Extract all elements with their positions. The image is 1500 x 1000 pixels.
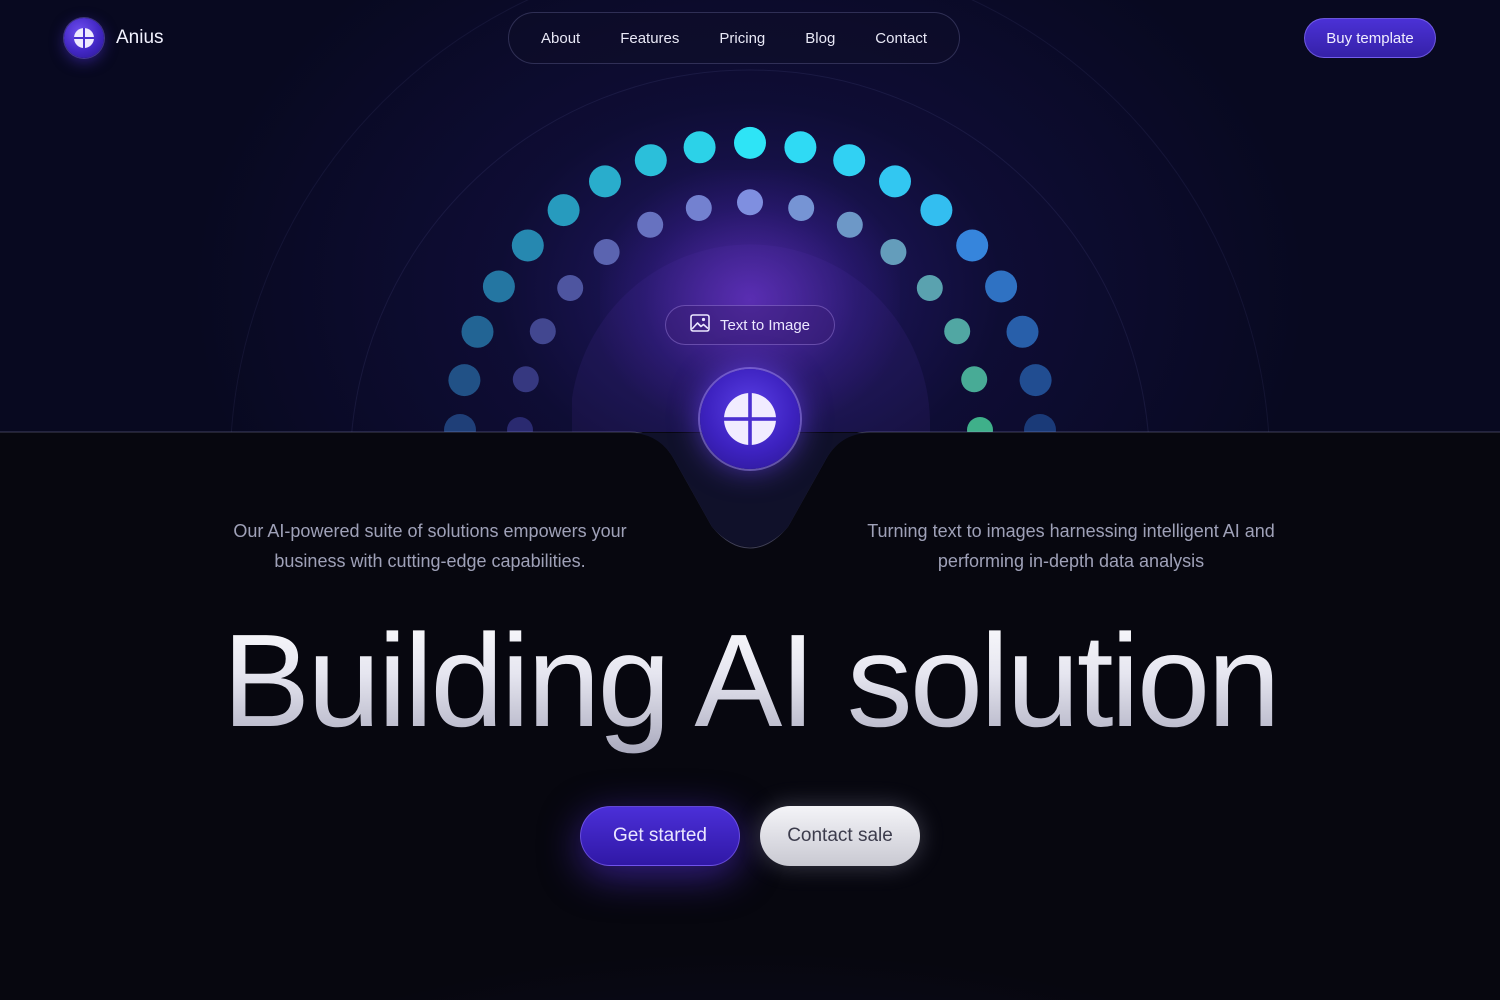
intro-text-right: Turning text to images harnessing intell…	[867, 521, 1275, 571]
buy-template-button[interactable]: Buy template	[1304, 18, 1436, 58]
brand-logo[interactable]: Anius	[64, 18, 164, 58]
badge-label: Text to Image	[719, 316, 811, 334]
text-to-image-badge[interactable]: Text to Image	[665, 305, 835, 345]
nav-blog[interactable]: Blog	[805, 30, 835, 47]
intro-text-left: Our AI-powered suite of solutions empowe…	[233, 521, 627, 571]
brand-name: Anius	[116, 27, 164, 48]
nav-features[interactable]: Features	[620, 30, 679, 47]
brand-logo-icon	[64, 18, 104, 58]
landing-page: Anius About Features Pricing Blog Contac…	[0, 0, 1500, 1000]
nav-contact[interactable]: Contact	[875, 30, 927, 47]
image-icon	[690, 314, 710, 336]
hero-headline: Building AI solution	[0, 606, 1500, 756]
get-started-button[interactable]: Get started	[580, 806, 740, 866]
nav-about[interactable]: About	[541, 30, 580, 47]
main-nav: About Features Pricing Blog Contact	[508, 12, 960, 64]
contact-sale-button[interactable]: Contact sale	[760, 806, 920, 866]
panel-notch	[0, 431, 1500, 549]
orb-logo-icon	[700, 369, 800, 469]
nav-pricing[interactable]: Pricing	[719, 30, 765, 47]
